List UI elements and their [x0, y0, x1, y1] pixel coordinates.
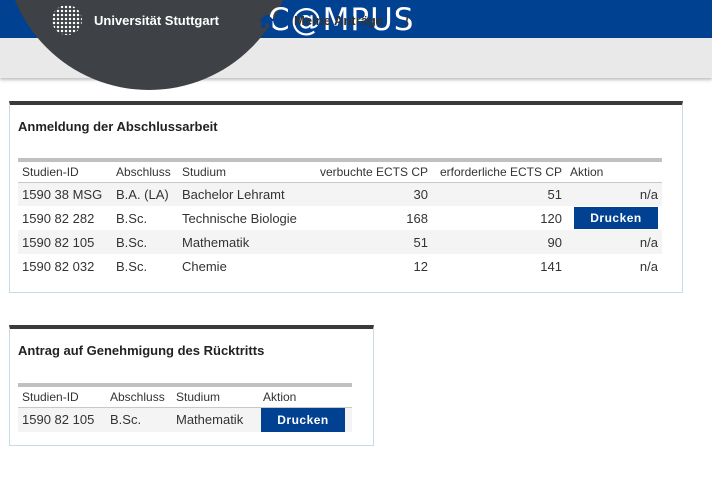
column-header: verbuchte ECTS CP: [312, 160, 432, 183]
table-row: 1590 38 MSG B.A. (LA) Bachelor Lehramt 3…: [18, 182, 662, 206]
withdrawal-table: Studien-ID Abschluss Studium Aktion 1590…: [18, 383, 352, 432]
program: Mathematik: [178, 230, 312, 254]
withdrawal-request-panel: Antrag auf Genehmigung des Rücktritts St…: [9, 325, 374, 446]
column-header: Aktion: [259, 385, 352, 408]
table-row: 1590 82 032 B.Sc. Chemie 12 141 n/a: [18, 254, 662, 278]
required-ects: 141: [432, 254, 566, 278]
column-header: Studium: [172, 385, 259, 408]
degree: B.Sc.: [112, 254, 178, 278]
column-header: Studium: [178, 160, 312, 183]
column-header: Abschluss: [106, 385, 172, 408]
study-id: 1590 82 282: [18, 206, 112, 230]
table-header-row: Studien-ID Abschluss Studium verbuchte E…: [18, 160, 662, 183]
breadcrumb-separator: /: [405, 13, 409, 28]
required-ects: 51: [432, 182, 566, 206]
action-cell: Drucken: [259, 407, 352, 432]
panel-title: Antrag auf Genehmigung des Rücktritts: [18, 343, 265, 358]
degree: B.Sc.: [112, 206, 178, 230]
degree: B.Sc.: [106, 407, 172, 432]
panel-title: Anmeldung der Abschlussarbeit: [18, 119, 218, 134]
university-name[interactable]: Universität Stuttgart: [94, 13, 219, 28]
study-id: 1590 82 105: [18, 230, 112, 254]
action-na: n/a: [566, 182, 662, 206]
booked-ects: 168: [312, 206, 432, 230]
action-na: n/a: [566, 254, 662, 278]
print-button[interactable]: Drucken: [261, 407, 345, 432]
thesis-registration-panel: Anmeldung der Abschlussarbeit Studien-ID…: [9, 101, 683, 293]
table-row: 1590 82 282 B.Sc. Technische Biologie 16…: [18, 206, 662, 230]
table-header-row: Studien-ID Abschluss Studium Aktion: [18, 385, 352, 408]
home-icon[interactable]: [259, 14, 275, 28]
breadcrumb-current[interactable]: Meine Anträge: [294, 13, 383, 28]
program: Technische Biologie: [178, 206, 312, 230]
degree: B.Sc.: [112, 230, 178, 254]
booked-ects: 12: [312, 254, 432, 278]
program: Chemie: [178, 254, 312, 278]
table-row: 1590 82 105 B.Sc. Mathematik Drucken: [18, 407, 352, 432]
thesis-table: Studien-ID Abschluss Studium verbuchte E…: [18, 158, 662, 278]
study-id: 1590 82 032: [18, 254, 112, 278]
action-na: n/a: [566, 230, 662, 254]
study-id: 1590 82 105: [18, 407, 106, 432]
program: Bachelor Lehramt: [178, 182, 312, 206]
column-header: erforderliche ECTS CP: [432, 160, 566, 183]
table-row: 1590 82 105 B.Sc. Mathematik 51 90 n/a: [18, 230, 662, 254]
booked-ects: 30: [312, 182, 432, 206]
action-cell: Drucken: [566, 206, 662, 230]
required-ects: 90: [432, 230, 566, 254]
column-header: Abschluss: [112, 160, 178, 183]
program: Mathematik: [172, 407, 259, 432]
column-header: Studien-ID: [18, 385, 106, 408]
degree: B.A. (LA): [112, 182, 178, 206]
booked-ects: 51: [312, 230, 432, 254]
university-emblem-icon[interactable]: [52, 5, 82, 35]
print-button[interactable]: Drucken: [574, 207, 658, 229]
study-id: 1590 38 MSG: [18, 182, 112, 206]
column-header: Aktion: [566, 160, 662, 183]
required-ects: 120: [432, 206, 566, 230]
column-header: Studien-ID: [18, 160, 112, 183]
